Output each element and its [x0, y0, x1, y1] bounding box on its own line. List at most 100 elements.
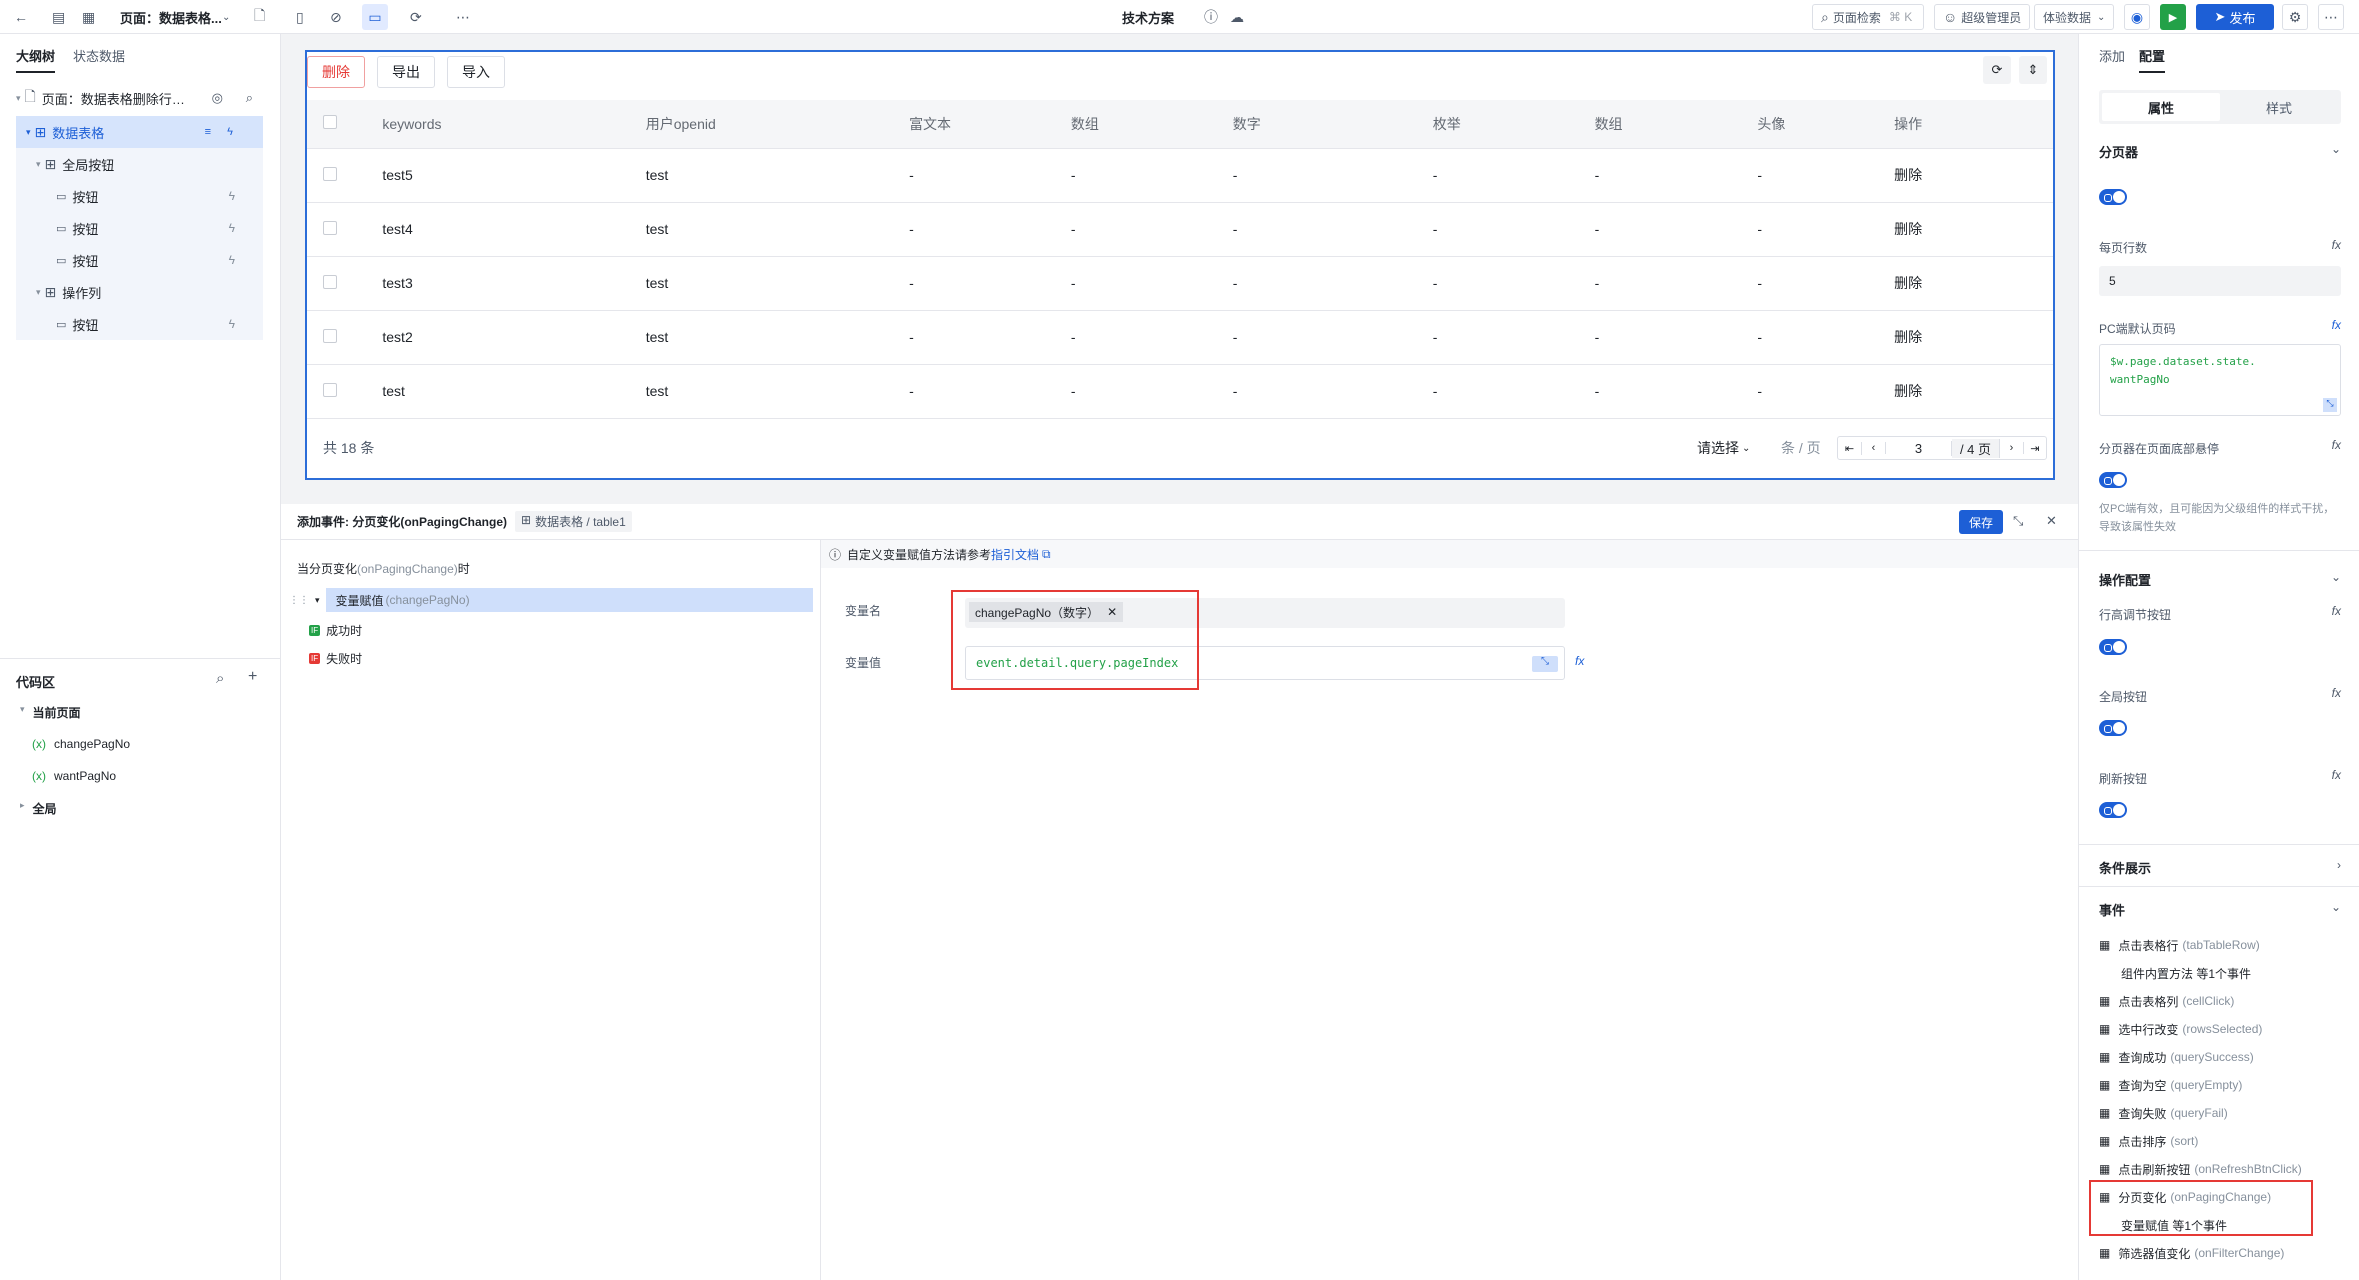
cond-section-title[interactable]: 条件展示 — [2099, 858, 2151, 877]
preview-icon[interactable]: ◉ — [2124, 4, 2150, 30]
refresh-icon[interactable]: ⟳ — [410, 0, 422, 34]
add-icon[interactable]: + — [248, 668, 257, 686]
chevron-down-icon[interactable]: ⌄ — [2331, 900, 2341, 914]
expand-icon[interactable]: ⤡ — [1532, 656, 1558, 672]
column-header[interactable]: 枚举 — [1432, 100, 1595, 149]
fx-icon[interactable]: fx — [2332, 318, 2341, 332]
tree-item-global-buttons[interactable]: ▾ ⊞ 全局按钮 — [16, 148, 263, 180]
delete-button[interactable]: 删除 — [307, 56, 365, 88]
row-height-toggle[interactable] — [2099, 639, 2127, 655]
row-checkbox[interactable] — [323, 274, 337, 289]
search-icon[interactable]: ⌕ — [246, 90, 253, 106]
row-delete-link[interactable]: 删除 — [1894, 364, 2053, 419]
table-row[interactable]: test5 test - - - - - - 删除 — [307, 148, 2053, 203]
last-page-icon[interactable]: ⇥ — [2024, 442, 2046, 455]
row-delete-link[interactable]: 删除 — [1894, 310, 2053, 365]
search-icon[interactable]: ⌕ — [216, 670, 224, 687]
export-button[interactable]: 导出 — [377, 56, 435, 88]
pager-section-title[interactable]: 分页器 — [2099, 142, 2138, 161]
tab-state-data[interactable]: 状态数据 — [73, 46, 125, 73]
column-header[interactable]: 用户openid — [645, 100, 910, 149]
chevron-right-icon[interactable]: › — [2337, 858, 2341, 872]
success-branch[interactable]: IF 成功时 — [309, 622, 362, 639]
settings-icon[interactable]: ⚙ — [2282, 4, 2308, 30]
back-icon[interactable]: ← — [14, 0, 28, 34]
publish-button[interactable]: ➤ 发布 — [2196, 4, 2274, 30]
layout-icon[interactable]: ▦ — [82, 0, 95, 34]
tab-config[interactable]: 配置 — [2139, 46, 2166, 73]
fx-icon[interactable]: fx — [2332, 438, 2341, 452]
var-item[interactable]: (x) wantPagNo — [32, 769, 116, 783]
column-header[interactable]: 数字 — [1232, 100, 1433, 149]
row-checkbox[interactable] — [323, 220, 337, 235]
select-all-checkbox[interactable] — [323, 115, 337, 130]
ops-section-title[interactable]: 操作配置 — [2099, 570, 2151, 589]
mobile-icon[interactable]: ▯ — [296, 0, 304, 34]
tree-item-button[interactable]: ▭ 按钮 ϟ — [16, 308, 263, 340]
cloud-icon[interactable]: ☁ — [1230, 0, 1244, 34]
table-row[interactable]: test3 test - - - - - - 删除 — [307, 256, 2053, 311]
settings-icon[interactable]: ◎ — [212, 90, 223, 106]
event-item[interactable]: ▦ 选中行改变 (rowsSelected) — [2099, 1016, 2262, 1042]
fx-icon[interactable]: fx — [2332, 768, 2341, 782]
fx-icon[interactable]: fx — [2332, 238, 2341, 252]
prev-page-icon[interactable]: ‹ — [1862, 442, 1886, 454]
column-header[interactable]: 头像 — [1757, 100, 1895, 149]
data-table-component[interactable]: 删除 导出 导入 ⟳ ⇕ keywords 用户openid 富文本 数组 数字… — [305, 50, 2055, 480]
row-height-icon[interactable]: ⇕ — [2019, 56, 2047, 84]
next-page-icon[interactable]: › — [2000, 442, 2024, 454]
more-menu-icon[interactable]: ⋯ — [2318, 4, 2344, 30]
page-title[interactable]: 页面：数据表格... — [120, 0, 222, 34]
row-checkbox[interactable] — [323, 328, 337, 343]
page-list-icon[interactable]: ▤ — [52, 0, 65, 34]
event-item[interactable]: ▦ 点击表格列 (cellClick) — [2099, 988, 2234, 1014]
expand-icon[interactable]: ⤡ — [2323, 398, 2337, 412]
rows-per-page-input[interactable]: 5 — [2099, 266, 2341, 296]
event-item[interactable]: ▦ 点击表格行 (tabTableRow) — [2099, 932, 2260, 958]
more-icon[interactable]: ⋯ — [456, 0, 470, 34]
events-section-title[interactable]: 事件 — [2099, 900, 2125, 919]
data-mode-select[interactable]: 体验数据 ⌄ — [2034, 4, 2115, 30]
tree-item-page[interactable]: ▾ 🗋 页面：数据表格删除行停... ◎ ⌕ — [16, 82, 263, 114]
global-group[interactable]: ▸ 全局 — [20, 800, 57, 817]
column-header[interactable]: 数组 — [1594, 100, 1758, 149]
fx-icon[interactable]: fx — [2332, 686, 2341, 700]
chevron-down-icon[interactable]: ⌄ — [222, 0, 230, 34]
tab-outline[interactable]: 大纲树 — [16, 46, 56, 73]
event-sub-item[interactable]: 组件内置方法 等1个事件 — [2121, 960, 2251, 986]
seg-props[interactable]: 属性 — [2102, 93, 2220, 121]
row-delete-link[interactable]: 删除 — [1894, 148, 2053, 203]
drag-handle-icon[interactable]: ⋮⋮ — [289, 595, 309, 606]
refresh-btn-toggle[interactable] — [2099, 802, 2127, 818]
fx-icon[interactable]: fx — [1575, 654, 1584, 668]
page-search-button[interactable]: ⌕ 页面检索 ⌘ K — [1812, 4, 1924, 30]
row-checkbox[interactable] — [323, 166, 337, 181]
page-number-input[interactable]: 3 — [1886, 440, 1952, 456]
bolt-icon[interactable]: ϟ — [229, 221, 235, 235]
row-checkbox[interactable] — [323, 382, 337, 397]
desktop-icon[interactable]: ▭ — [362, 4, 388, 30]
tree-item-button[interactable]: ▭ 按钮 ϟ — [16, 180, 263, 212]
tree-item-button[interactable]: ▭ 按钮 ϟ — [16, 244, 263, 276]
new-page-icon[interactable]: 🗋 — [254, 0, 265, 34]
fail-branch[interactable]: IF 失败时 — [309, 650, 362, 667]
global-btn-toggle[interactable] — [2099, 720, 2127, 736]
event-item[interactable]: ▦ 筛选器值变化 (onFilterChange) — [2099, 1240, 2284, 1266]
pager-float-toggle[interactable] — [2099, 472, 2127, 488]
refresh-icon[interactable]: ⟳ — [1983, 56, 2011, 84]
close-icon[interactable]: ✕ — [2046, 513, 2057, 529]
import-button[interactable]: 导入 — [447, 56, 505, 88]
column-header[interactable]: keywords — [382, 100, 646, 149]
action-row[interactable]: ⋮⋮ ▾ 变量赋值 (changePagNo) — [289, 588, 813, 612]
bolt-icon[interactable]: ϟ — [229, 189, 235, 203]
bolt-icon[interactable]: ϟ — [229, 317, 235, 331]
guide-doc-link[interactable]: 指引文档 — [991, 546, 1039, 563]
user-button[interactable]: ☺ 超级管理员 — [1934, 4, 2031, 30]
table-row[interactable]: test test - - - - - - 删除 — [307, 364, 2053, 419]
expand-icon[interactable]: ⤡ — [2013, 513, 2023, 529]
tree-item-data-table[interactable]: ▾ ⊞ 数据表格 ≡ ϟ — [16, 116, 263, 148]
external-link-icon[interactable]: ⧉ — [1042, 547, 1051, 562]
chevron-down-icon[interactable]: ⌄ — [2331, 570, 2341, 584]
pager-toggle[interactable] — [2099, 189, 2127, 205]
column-header[interactable]: 富文本 — [909, 100, 1071, 149]
